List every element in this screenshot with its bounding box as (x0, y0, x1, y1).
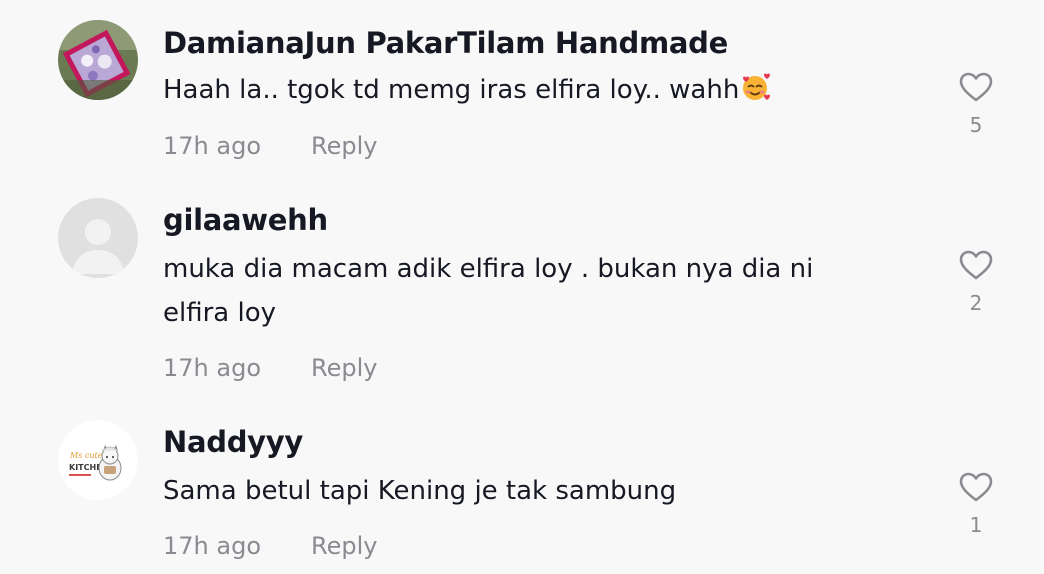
comment-username[interactable]: Naddyyy (163, 425, 303, 459)
heart-icon[interactable] (958, 471, 994, 503)
reply-button[interactable]: Reply (311, 354, 377, 382)
comment-timestamp: 17h ago (163, 132, 262, 160)
comment-timestamp: 17h ago (163, 532, 262, 560)
like-control: 1 (956, 471, 996, 537)
comment-username[interactable]: gilaawehh (163, 203, 328, 237)
heart-icon[interactable] (958, 71, 994, 103)
comment-meta: 17h ago Reply (163, 532, 377, 560)
like-count: 2 (969, 291, 983, 315)
avatar-photo (58, 20, 138, 100)
heart-icon[interactable] (958, 249, 994, 281)
default-user-icon (58, 198, 138, 278)
like-count: 1 (969, 513, 983, 537)
reply-button[interactable]: Reply (311, 532, 377, 560)
avatar[interactable]: Ms cute KITCHEN (58, 420, 138, 500)
comment-username[interactable]: DamianaJun PakarTilam Handmade (163, 26, 728, 60)
comment-text-line: elfira loy (163, 298, 277, 328)
comment-text: muka dia macam adik elfira loy . bukan n… (163, 247, 903, 335)
like-control: 5 (956, 71, 996, 137)
avatar[interactable] (58, 20, 138, 100)
kitchen-logo: Ms cute KITCHEN (58, 420, 138, 500)
comment-meta: 17h ago Reply (163, 132, 377, 160)
comment-text-line: muka dia macam adik elfira loy . bukan n… (163, 254, 814, 284)
reply-button[interactable]: Reply (311, 132, 377, 160)
comment-meta: 17h ago Reply (163, 354, 377, 382)
avatar[interactable] (58, 198, 138, 278)
smiling-face-with-hearts-icon (739, 72, 771, 116)
comment-text: Haah la.. tgok td memg iras elfira loy..… (163, 68, 903, 116)
like-control: 2 (956, 249, 996, 315)
like-count: 5 (969, 113, 983, 137)
logo-script-text: Ms cute (69, 451, 103, 460)
comment-text: Sama betul tapi Kening je tak sambung (163, 469, 903, 513)
comment-timestamp: 17h ago (163, 354, 262, 382)
comment-text-content: Sama betul tapi Kening je tak sambung (163, 476, 677, 506)
comment-text-content: Haah la.. tgok td memg iras elfira loy..… (163, 75, 740, 105)
